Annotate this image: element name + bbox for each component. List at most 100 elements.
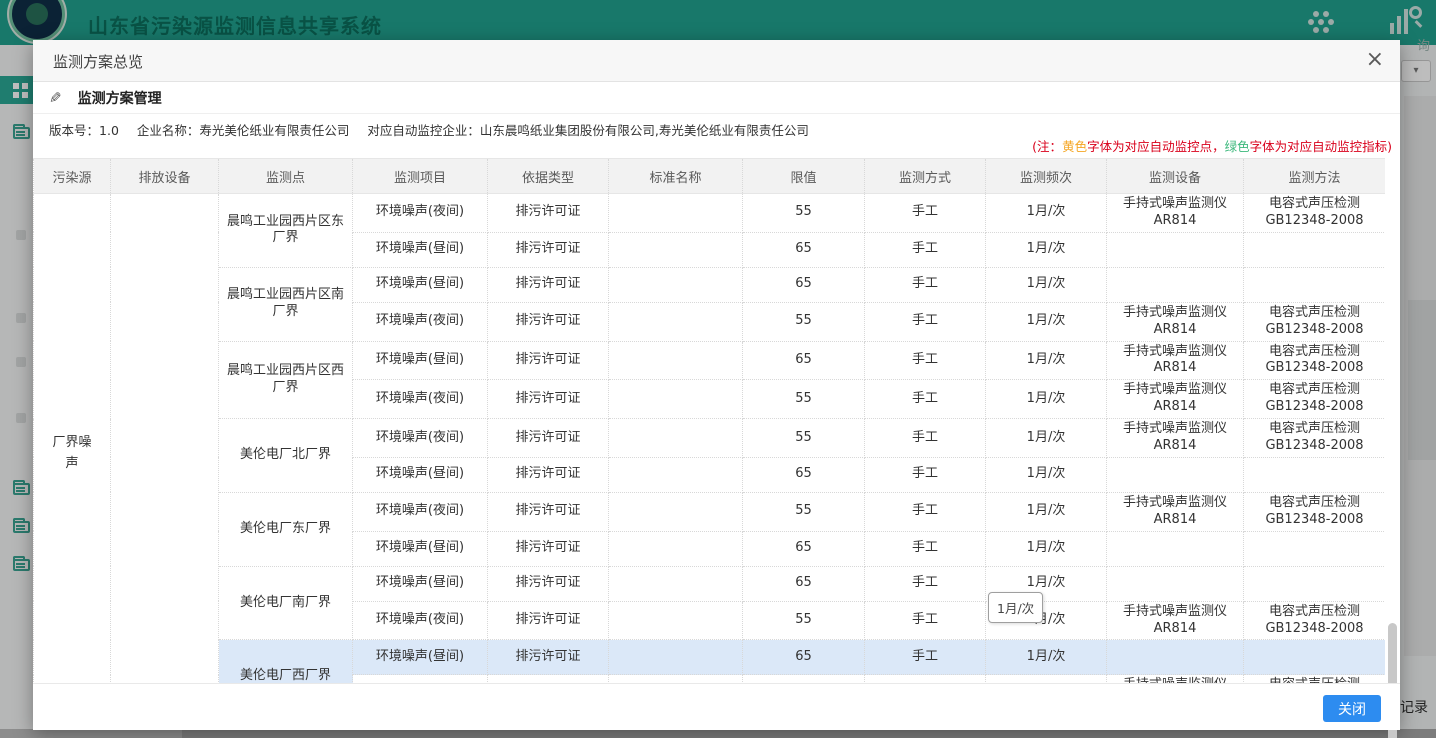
monitor-mode-cell: 手工 xyxy=(865,457,986,492)
version-label: 版本号： xyxy=(49,123,99,138)
monitor-method-cell xyxy=(1244,566,1386,601)
standard-name-cell xyxy=(609,566,743,601)
monitor-mode-cell: 手工 xyxy=(865,267,986,302)
company-value: 寿光美伦纸业有限责任公司 xyxy=(199,123,349,138)
basis-type-cell: 排污许可证 xyxy=(488,302,609,341)
monitor-method-cell: 电容式声压检测 GB12348-2008 xyxy=(1244,341,1386,380)
limit-value-cell: 65 xyxy=(743,640,865,675)
table-row[interactable]: 晨鸣工业园西片区南厂界环境噪声(昼间)排污许可证65手工1月/次 xyxy=(34,267,1386,302)
section-header: ✎ 监测方案管理 xyxy=(33,82,1400,114)
monitor-project-cell: 环境噪声(夜间) xyxy=(353,601,488,640)
monitor-method-cell xyxy=(1244,232,1386,267)
column-header: 依据类型 xyxy=(488,159,609,194)
limit-value-cell: 55 xyxy=(743,302,865,341)
monitor-project-cell: 环境噪声(昼间) xyxy=(353,566,488,601)
monitor-project-cell: 环境噪声(夜间) xyxy=(353,302,488,341)
monitor-method-cell: 电容式声压检测 GB12348-2008 xyxy=(1244,419,1386,458)
basis-type-cell: 排污许可证 xyxy=(488,194,609,233)
monitor-project-cell: 环境噪声(昼间) xyxy=(353,267,488,302)
table-row[interactable]: 美伦电厂北厂界环境噪声(夜间)排污许可证55手工1月/次手持式噪声监测仪 AR8… xyxy=(34,419,1386,458)
monitor-project-cell: 环境噪声(昼间) xyxy=(353,341,488,380)
table-scrollbar-track[interactable] xyxy=(1385,158,1400,683)
column-header: 限值 xyxy=(743,159,865,194)
table-row[interactable]: 美伦电厂东厂界环境噪声(夜间)排污许可证55手工1月/次手持式噪声监测仪 AR8… xyxy=(34,492,1386,531)
company-label: 企业名称： xyxy=(137,123,200,138)
table-header-row: 污染源排放设备监测点监测项目依据类型标准名称限值监测方式监测频次监测设备监测方法 xyxy=(34,159,1386,194)
column-header: 监测方式 xyxy=(865,159,986,194)
modal-footer: 关闭 xyxy=(33,683,1400,730)
standard-name-cell xyxy=(609,302,743,341)
close-button[interactable]: 关闭 xyxy=(1323,695,1381,722)
monitor-method-cell: 电容式声压检测 GB12348-2008 xyxy=(1244,380,1386,419)
monitor-project-cell: 环境噪声(夜间) xyxy=(353,419,488,458)
monitor-frequency-cell: 1月/次 xyxy=(986,492,1107,531)
basis-type-cell: 排污许可证 xyxy=(488,640,609,675)
monitor-equipment-cell: 手持式噪声监测仪 AR814 xyxy=(1107,341,1244,380)
pen-icon: ✎ xyxy=(49,89,62,107)
frequency-tooltip: 1月/次 xyxy=(988,592,1043,623)
monitor-mode-cell: 手工 xyxy=(865,380,986,419)
column-header: 监测方法 xyxy=(1244,159,1386,194)
column-header: 监测频次 xyxy=(986,159,1107,194)
monitor-mode-cell: 手工 xyxy=(865,566,986,601)
limit-value-cell: 65 xyxy=(743,566,865,601)
standard-name-cell xyxy=(609,267,743,302)
monitor-project-cell: 环境噪声(昼间) xyxy=(353,640,488,675)
auto-company-label: 对应自动监控企业： xyxy=(367,123,480,138)
screen: 山东省污染源监测信息共享系统 询 ▾ 记录 监测方案总览 xyxy=(0,0,1436,738)
table-row[interactable]: 晨鸣工业园西片区西厂界环境噪声(昼间)排污许可证65手工1月/次手持式噪声监测仪… xyxy=(34,341,1386,380)
table-row[interactable]: 美伦电厂南厂界环境噪声(昼间)排污许可证65手工1月/次 xyxy=(34,566,1386,601)
monitor-equipment-cell xyxy=(1107,232,1244,267)
monitor-method-cell: 电容式声压检测 GB12348-2008 xyxy=(1244,601,1386,640)
monitor-point-cell: 晨鸣工业园西片区东厂界 xyxy=(219,194,353,268)
close-icon[interactable]: × xyxy=(1366,47,1384,73)
table-row[interactable]: 美伦电厂西厂界环境噪声(昼间)排污许可证65手工1月/次 xyxy=(34,640,1386,675)
modal-title-bar: 监测方案总览 × xyxy=(33,40,1400,82)
monitor-point-cell: 美伦电厂东厂界 xyxy=(219,492,353,566)
monitor-mode-cell: 手工 xyxy=(865,302,986,341)
monitor-equipment-cell xyxy=(1107,531,1244,566)
monitor-frequency-cell: 1月/次 xyxy=(986,267,1107,302)
discharge-equipment-cell xyxy=(111,194,219,714)
monitor-frequency-cell: 1月/次 xyxy=(986,194,1107,233)
monitor-project-cell: 环境噪声(夜间) xyxy=(353,194,488,233)
column-header: 污染源 xyxy=(34,159,111,194)
section-title: 监测方案管理 xyxy=(78,88,162,108)
note-yellow-word: 黄色 xyxy=(1062,139,1087,154)
monitor-equipment-cell: 手持式噪声监测仪 AR814 xyxy=(1107,302,1244,341)
monitor-project-cell: 环境噪声(昼间) xyxy=(353,457,488,492)
color-note: (注：黄色字体为对应自动监控点，绿色字体为对应自动监控指标) xyxy=(1032,136,1392,155)
basis-type-cell: 排污许可证 xyxy=(488,380,609,419)
monitor-mode-cell: 手工 xyxy=(865,531,986,566)
limit-value-cell: 65 xyxy=(743,267,865,302)
basis-type-cell: 排污许可证 xyxy=(488,601,609,640)
column-header: 监测点 xyxy=(219,159,353,194)
plan-info-line: 版本号：1.0 企业名称：寿光美伦纸业有限责任公司 对应自动监控企业：山东晨鸣纸… xyxy=(49,120,809,139)
monitor-equipment-cell: 手持式噪声监测仪 AR814 xyxy=(1107,194,1244,233)
monitor-point-cell: 晨鸣工业园西片区南厂界 xyxy=(219,267,353,341)
monitor-method-cell: 电容式声压检测 GB12348-2008 xyxy=(1244,302,1386,341)
monitor-project-cell: 环境噪声(昼间) xyxy=(353,531,488,566)
monitoring-plan-modal: 监测方案总览 × ✎ 监测方案管理 版本号：1.0 企业名称：寿光美伦纸业有限责… xyxy=(33,40,1400,730)
monitor-frequency-cell: 1月/次 xyxy=(986,232,1107,267)
column-header: 排放设备 xyxy=(111,159,219,194)
monitor-frequency-cell: 1月/次 xyxy=(986,302,1107,341)
basis-type-cell: 排污许可证 xyxy=(488,267,609,302)
monitor-equipment-cell xyxy=(1107,457,1244,492)
monitor-mode-cell: 手工 xyxy=(865,194,986,233)
version-value: 1.0 xyxy=(99,123,119,138)
standard-name-cell xyxy=(609,492,743,531)
column-header: 标准名称 xyxy=(609,159,743,194)
plan-table-body: 厂界噪声晨鸣工业园西片区东厂界环境噪声(夜间)排污许可证55手工1月/次手持式噪… xyxy=(34,194,1386,714)
limit-value-cell: 65 xyxy=(743,457,865,492)
standard-name-cell xyxy=(609,419,743,458)
limit-value-cell: 55 xyxy=(743,492,865,531)
limit-value-cell: 55 xyxy=(743,601,865,640)
table-row[interactable]: 厂界噪声晨鸣工业园西片区东厂界环境噪声(夜间)排污许可证55手工1月/次手持式噪… xyxy=(34,194,1386,233)
basis-type-cell: 排污许可证 xyxy=(488,341,609,380)
standard-name-cell xyxy=(609,232,743,267)
monitor-method-cell: 电容式声压检测 GB12348-2008 xyxy=(1244,492,1386,531)
monitor-equipment-cell: 手持式噪声监测仪 AR814 xyxy=(1107,601,1244,640)
monitor-mode-cell: 手工 xyxy=(865,492,986,531)
monitor-project-cell: 环境噪声(昼间) xyxy=(353,232,488,267)
